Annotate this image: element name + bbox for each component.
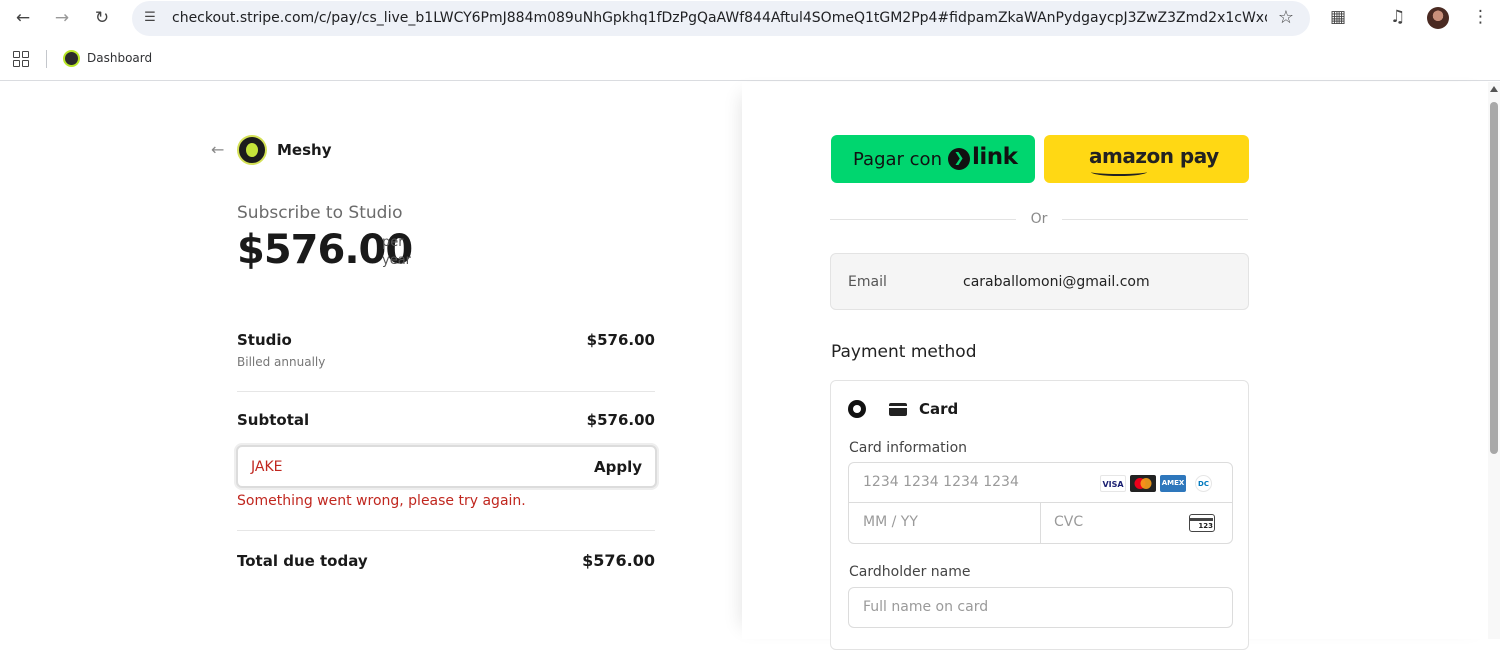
pay-with-link-button[interactable]: Pagar con ❯ link (831, 135, 1035, 183)
link-wordmark: link (972, 144, 1018, 170)
price-period-unit: year (382, 253, 412, 268)
subtotal-row: Subtotal $576.00 (237, 411, 655, 429)
dashboard-favicon-icon (63, 50, 80, 67)
mastercard-circles-icon (1134, 478, 1152, 489)
merchant-logo (237, 135, 267, 165)
card-col-separator (1040, 502, 1041, 543)
scroll-thumb[interactable] (1490, 102, 1498, 454)
bookmark-separator (46, 50, 47, 68)
card-number-input[interactable]: 1234 1234 1234 1234 (863, 474, 1019, 490)
forward-icon[interactable]: → (52, 8, 72, 28)
line-item-studio: Studio Billed annually $576.00 (237, 331, 655, 369)
payment-method-card: Card Card information 1234 1234 1234 123… (830, 380, 1249, 650)
card-info-group: 1234 1234 1234 1234 VISA AMEX DC MM / YY… (848, 462, 1233, 544)
amex-icon: AMEX (1160, 475, 1186, 492)
mastercard-icon (1130, 475, 1156, 492)
card-info-label: Card information (849, 440, 968, 456)
email-field[interactable]: Email caraballomoni@gmail.com (830, 253, 1249, 310)
cardholder-label: Cardholder name (849, 564, 971, 580)
link-button-label: Pagar con (853, 149, 942, 170)
merchant-name[interactable]: Meshy (277, 141, 332, 159)
page-scrollbar[interactable] (1488, 82, 1500, 639)
payment-method-title: Payment method (831, 342, 977, 362)
payment-form: Pagar con ❯ link amazon pay Or Email car… (742, 82, 1500, 650)
extensions-icon[interactable]: ▦ (1330, 7, 1346, 27)
price-period: per year (382, 234, 411, 270)
reload-icon[interactable]: ↻ (92, 8, 112, 28)
browser-toolbar: ← → ↻ ☰ checkout.stripe.com/c/pay/cs_liv… (0, 0, 1500, 36)
cvc-input[interactable]: CVC (1054, 514, 1083, 530)
total-label: Total due today (237, 552, 368, 570)
card-radio[interactable] (848, 400, 866, 418)
subscribe-title: Subscribe to Studio (237, 203, 403, 223)
url-text[interactable]: checkout.stripe.com/c/pay/cs_live_b1LWCY… (172, 10, 1267, 26)
visa-icon: VISA (1100, 475, 1126, 492)
price-period-per: per (382, 235, 404, 250)
cvc-card-icon: 123 (1189, 514, 1215, 532)
total-amount: $576.00 (582, 551, 655, 570)
cardholder-name-field[interactable]: Full name on card (848, 587, 1233, 628)
or-text: Or (1030, 211, 1048, 227)
cardholder-name-input[interactable]: Full name on card (863, 599, 988, 615)
card-option-label[interactable]: Card (919, 400, 958, 418)
diners-icon: DC (1195, 475, 1212, 492)
link-arrow-icon: ❯ (948, 148, 970, 170)
scroll-up-icon[interactable] (1490, 86, 1498, 92)
site-info-icon[interactable]: ☰ (140, 8, 160, 28)
amazon-pay-button[interactable]: amazon pay (1044, 135, 1249, 183)
menu-icon[interactable]: ⋮ (1472, 7, 1489, 27)
credit-card-icon (889, 403, 907, 416)
promo-error-message: Something went wrong, please try again. (237, 493, 526, 509)
media-icon[interactable]: ♫ (1390, 7, 1405, 27)
back-arrow-icon[interactable]: ← (211, 140, 224, 159)
amazon-smile-icon (1091, 168, 1147, 176)
expiry-input[interactable]: MM / YY (863, 514, 918, 530)
address-bar[interactable]: ☰ checkout.stripe.com/c/pay/cs_live_b1LW… (132, 1, 1310, 36)
or-separator: Or (830, 210, 1248, 230)
divider (237, 530, 655, 531)
email-value[interactable]: caraballomoni@gmail.com (963, 274, 1150, 290)
profile-avatar[interactable] (1427, 7, 1449, 29)
apps-icon[interactable] (13, 51, 29, 67)
bookmark-dashboard[interactable]: Dashboard (87, 51, 152, 65)
apply-promo-button[interactable]: Apply (594, 458, 642, 476)
subtotal-amount: $576.00 (586, 411, 655, 429)
line-item-billing: Billed annually (237, 355, 326, 369)
amazon-pay-wordmark: amazon pay (1089, 144, 1219, 168)
promo-code-field[interactable]: JAKE Apply (236, 445, 657, 488)
bookmarks-bar: Dashboard (0, 36, 1500, 81)
order-summary: ← Meshy Subscribe to Studio $576.00 per … (0, 82, 742, 639)
bookmark-star-icon[interactable]: ☆ (1278, 7, 1294, 28)
email-label: Email (848, 274, 887, 290)
line-item-amount: $576.00 (586, 331, 655, 349)
promo-code-input[interactable]: JAKE (251, 459, 283, 475)
divider (237, 391, 655, 392)
back-icon[interactable]: ← (13, 8, 33, 28)
